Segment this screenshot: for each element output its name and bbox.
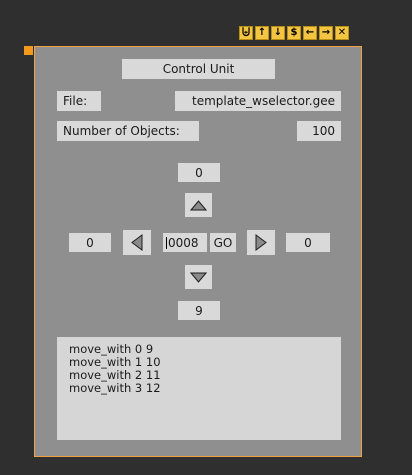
number-of-objects-label: Number of Objects:: [57, 121, 199, 141]
right-value-field[interactable]: 0: [286, 233, 330, 252]
file-label: File:: [57, 91, 101, 111]
move-left-button[interactable]: [123, 230, 151, 255]
close-button[interactable]: ✕: [335, 26, 349, 40]
step-input[interactable]: 0008: [163, 233, 207, 252]
triangle-right-icon: [255, 234, 267, 251]
arrow-left-icon: ←: [305, 27, 315, 38]
dollar-button[interactable]: $: [287, 26, 301, 40]
dollar-icon: $: [290, 27, 298, 38]
triangle-down-icon: [190, 272, 207, 283]
close-icon: ✕: [337, 27, 347, 38]
step-input-value: 0008: [168, 235, 199, 250]
triangle-left-icon: [131, 234, 143, 251]
move-up-button[interactable]: [185, 193, 212, 217]
arrow-down-button[interactable]: ↓: [271, 26, 285, 40]
arrow-down-icon: ↓: [273, 27, 283, 38]
triangle-up-icon: [190, 199, 207, 210]
number-of-objects-field[interactable]: 100: [297, 121, 341, 141]
arrow-up-icon: ↑: [257, 27, 267, 38]
arrow-right-icon: →: [321, 27, 331, 38]
window-toolbar: ⨄ ↑ ↓ $ ← → ✕: [239, 26, 349, 40]
text-cursor: [166, 236, 167, 249]
move-right-button[interactable]: [247, 230, 275, 255]
file-value-field[interactable]: template_wselector.gee: [175, 91, 341, 111]
arrow-left-button[interactable]: ←: [303, 26, 317, 40]
merge-button[interactable]: ⨄: [239, 26, 253, 40]
arrow-right-button[interactable]: →: [319, 26, 333, 40]
go-button[interactable]: GO: [210, 233, 236, 252]
bottom-value-field[interactable]: 9: [178, 301, 220, 320]
control-unit-panel: Control Unit File: template_wselector.ge…: [34, 46, 362, 457]
left-value-field[interactable]: 0: [69, 233, 111, 252]
merge-icon: ⨄: [241, 27, 251, 38]
command-log: move_with 0 9 move_with 1 10 move_with 2…: [57, 337, 341, 440]
arrow-up-button[interactable]: ↑: [255, 26, 269, 40]
move-down-button[interactable]: [185, 265, 212, 289]
log-line: move_with 3 12: [69, 381, 161, 395]
panel-title: Control Unit: [122, 59, 275, 79]
frame-corner-marker: [24, 46, 33, 55]
top-value-field[interactable]: 0: [178, 163, 220, 182]
